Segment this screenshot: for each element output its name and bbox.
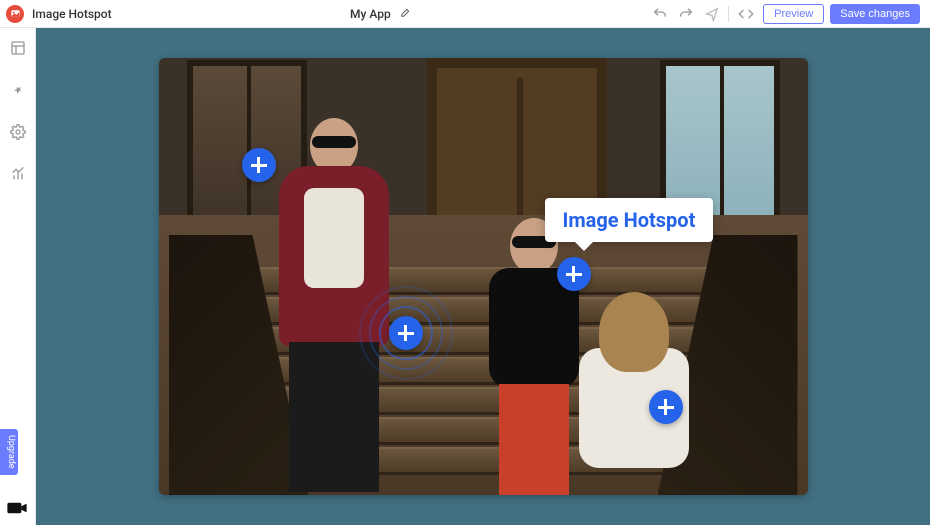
analytics-icon[interactable] (8, 164, 28, 188)
share-icon[interactable] (702, 4, 722, 24)
topbar-right: Preview Save changes (650, 4, 920, 24)
project-name: My App (350, 7, 391, 21)
gear-icon[interactable] (8, 122, 28, 146)
left-sidebar: Upgrade (0, 28, 36, 525)
hotspot-marker[interactable] (242, 148, 276, 182)
upgrade-button[interactable]: Upgrade (0, 429, 18, 475)
camera-icon[interactable] (6, 500, 28, 519)
topbar-center: My App (120, 6, 643, 21)
hotspot-image[interactable]: Image Hotspot (159, 58, 808, 495)
edit-name-icon[interactable] (397, 6, 412, 21)
scene-illustration (159, 58, 808, 495)
pin-icon[interactable] (8, 80, 28, 104)
save-button[interactable]: Save changes (830, 4, 920, 24)
top-bar: Image Hotspot My App Preview Save change… (0, 0, 930, 28)
redo-icon[interactable] (676, 4, 696, 24)
preview-button[interactable]: Preview (763, 4, 824, 24)
main: Upgrade (0, 28, 930, 525)
app-logo (6, 5, 24, 23)
hotspot-tooltip: Image Hotspot (545, 198, 714, 242)
canvas[interactable]: Image Hotspot (36, 28, 930, 525)
divider (728, 6, 729, 22)
undo-icon[interactable] (650, 4, 670, 24)
hotspot-marker[interactable] (649, 390, 683, 424)
layout-icon[interactable] (8, 38, 28, 62)
code-icon[interactable] (735, 4, 757, 24)
hotspot-marker[interactable] (557, 257, 591, 291)
hotspot-marker-active[interactable] (389, 316, 423, 350)
app-title: Image Hotspot (32, 7, 112, 21)
